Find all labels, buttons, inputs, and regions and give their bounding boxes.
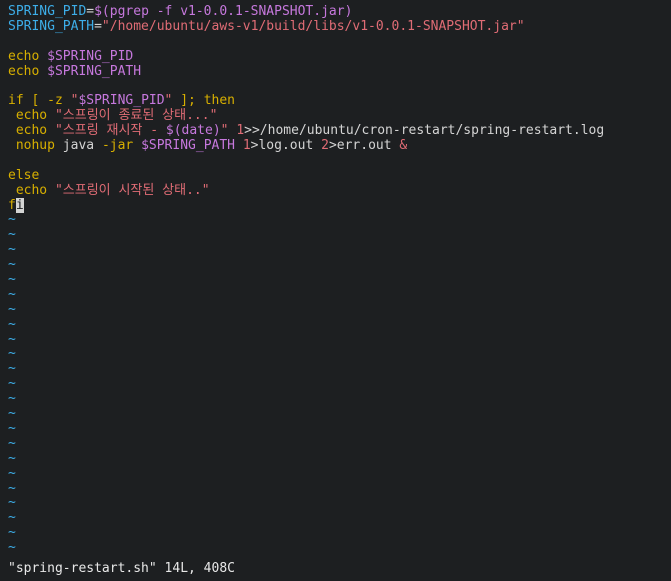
empty-line-marker: ~ (8, 435, 16, 451)
empty-line-marker: ~ (8, 525, 16, 541)
code-token: f (8, 197, 16, 213)
empty-line-marker: ~ (8, 346, 16, 362)
code-line[interactable] (8, 35, 668, 50)
code-token: " (62, 93, 79, 109)
code-token: >err.out (328, 138, 400, 154)
code-token: -z (47, 93, 63, 109)
code-token: = (86, 5, 95, 19)
code-token: SPRING_PID (8, 5, 87, 19)
code-token: echo (8, 182, 55, 198)
code-token: if (8, 93, 24, 109)
code-line[interactable]: echo $SPRING_PID (8, 48, 668, 65)
editor-buffer[interactable]: SPRING_PID=$(pgrep -f v1-0.0.1-SNAPSHOT.… (8, 5, 668, 561)
empty-line-marker: ~ (8, 480, 16, 496)
code-line[interactable]: SPRING_PID=$(pgrep -f v1-0.0.1-SNAPSHOT.… (8, 5, 668, 20)
code-line[interactable]: else (8, 167, 668, 184)
code-token: "스프링 재시작 - (54, 123, 166, 139)
code-token: echo (8, 123, 55, 139)
code-token: 2 (321, 138, 329, 154)
code-token: else (8, 167, 40, 183)
code-token: = (94, 18, 102, 34)
code-token: >log.out (250, 138, 322, 154)
code-token: -jar (101, 138, 134, 154)
code-line[interactable]: fi (8, 197, 668, 214)
status-filename: "spring-restart.sh" (8, 561, 157, 576)
code-token: "스프링이 시작된 상태.." (54, 182, 210, 198)
text-cursor: i (15, 197, 24, 213)
empty-line-marker: ~ (8, 272, 16, 288)
code-line[interactable] (8, 79, 668, 94)
code-token: SPRING_PATH (8, 18, 95, 34)
code-line[interactable]: echo "스프링 재시작 - $(date)" 1>>/home/ubuntu… (8, 123, 668, 139)
code-line[interactable]: echo $SPRING_PATH (8, 63, 668, 80)
code-token: $SPRING_PID (78, 93, 165, 109)
empty-line-marker: ~ (8, 286, 16, 302)
code-token: $(date) (165, 123, 221, 139)
empty-line-marker: ~ (8, 376, 16, 392)
empty-line-marker: ~ (8, 450, 16, 466)
code-token: [ (23, 93, 48, 109)
code-token: $SPRING_PATH (47, 63, 142, 79)
empty-line-marker: ~ (8, 495, 16, 511)
code-line[interactable]: SPRING_PATH="/home/ubuntu/aws-v1/build/l… (8, 18, 668, 35)
code-line[interactable]: echo "스프링이 시작된 상태.." (8, 182, 668, 199)
code-token: $SPRING_PID (47, 48, 134, 64)
empty-line-marker: ~ (8, 465, 16, 481)
empty-line-marker: ~ (8, 406, 16, 422)
code-token: 1 (228, 123, 245, 139)
empty-line-marker: ~ (8, 301, 16, 317)
code-token: >>/home/ubuntu/cron-restart/spring-resta… (244, 123, 605, 139)
empty-line-marker: ~ (8, 391, 16, 407)
status-line: "spring-restart.sh" 14L, 408C (8, 561, 235, 577)
code-token: "스프링이 종료된 상태..." (54, 108, 218, 124)
code-line[interactable] (8, 154, 668, 169)
code-token: ]; (172, 93, 204, 109)
empty-line-marker: ~ (8, 242, 16, 258)
code-token: echo (8, 48, 48, 64)
code-line[interactable]: if [ -z "$SPRING_PID" ]; then (8, 93, 668, 109)
code-token: & (399, 138, 408, 154)
code-token: echo (8, 108, 55, 124)
empty-line-marker: ~ (8, 227, 16, 243)
empty-line-marker: ~ (8, 331, 16, 347)
empty-line-marker: ~ (8, 212, 16, 228)
empty-line-marker: ~ (8, 361, 16, 377)
code-token: echo (8, 63, 48, 79)
code-token: java (54, 138, 102, 154)
code-token: then (203, 93, 235, 109)
code-line[interactable]: nohup java -jar $SPRING_PATH 1>log.out 2… (8, 138, 668, 154)
code-token: nohup (8, 138, 55, 154)
code-token: $SPRING_PATH (141, 138, 235, 154)
empty-line-marker: ~ (8, 510, 16, 526)
empty-line-marker: ~ (8, 540, 16, 556)
code-line[interactable]: echo "스프링이 종료된 상태..." (8, 108, 668, 124)
empty-line-marker: ~ (8, 257, 16, 273)
empty-line-marker: ~ (8, 316, 16, 332)
code-token: "/home/ubuntu/aws-v1/build/libs/v1-0.0.1… (101, 18, 525, 34)
status-info: 14L, 408C (156, 561, 235, 576)
empty-line-marker: ~ (8, 420, 16, 436)
code-token: $(pgrep -f v1-0.0.1-SNAPSHOT.jar) (94, 5, 353, 19)
code-token: " (220, 123, 229, 139)
code-token: 1 (235, 138, 251, 154)
